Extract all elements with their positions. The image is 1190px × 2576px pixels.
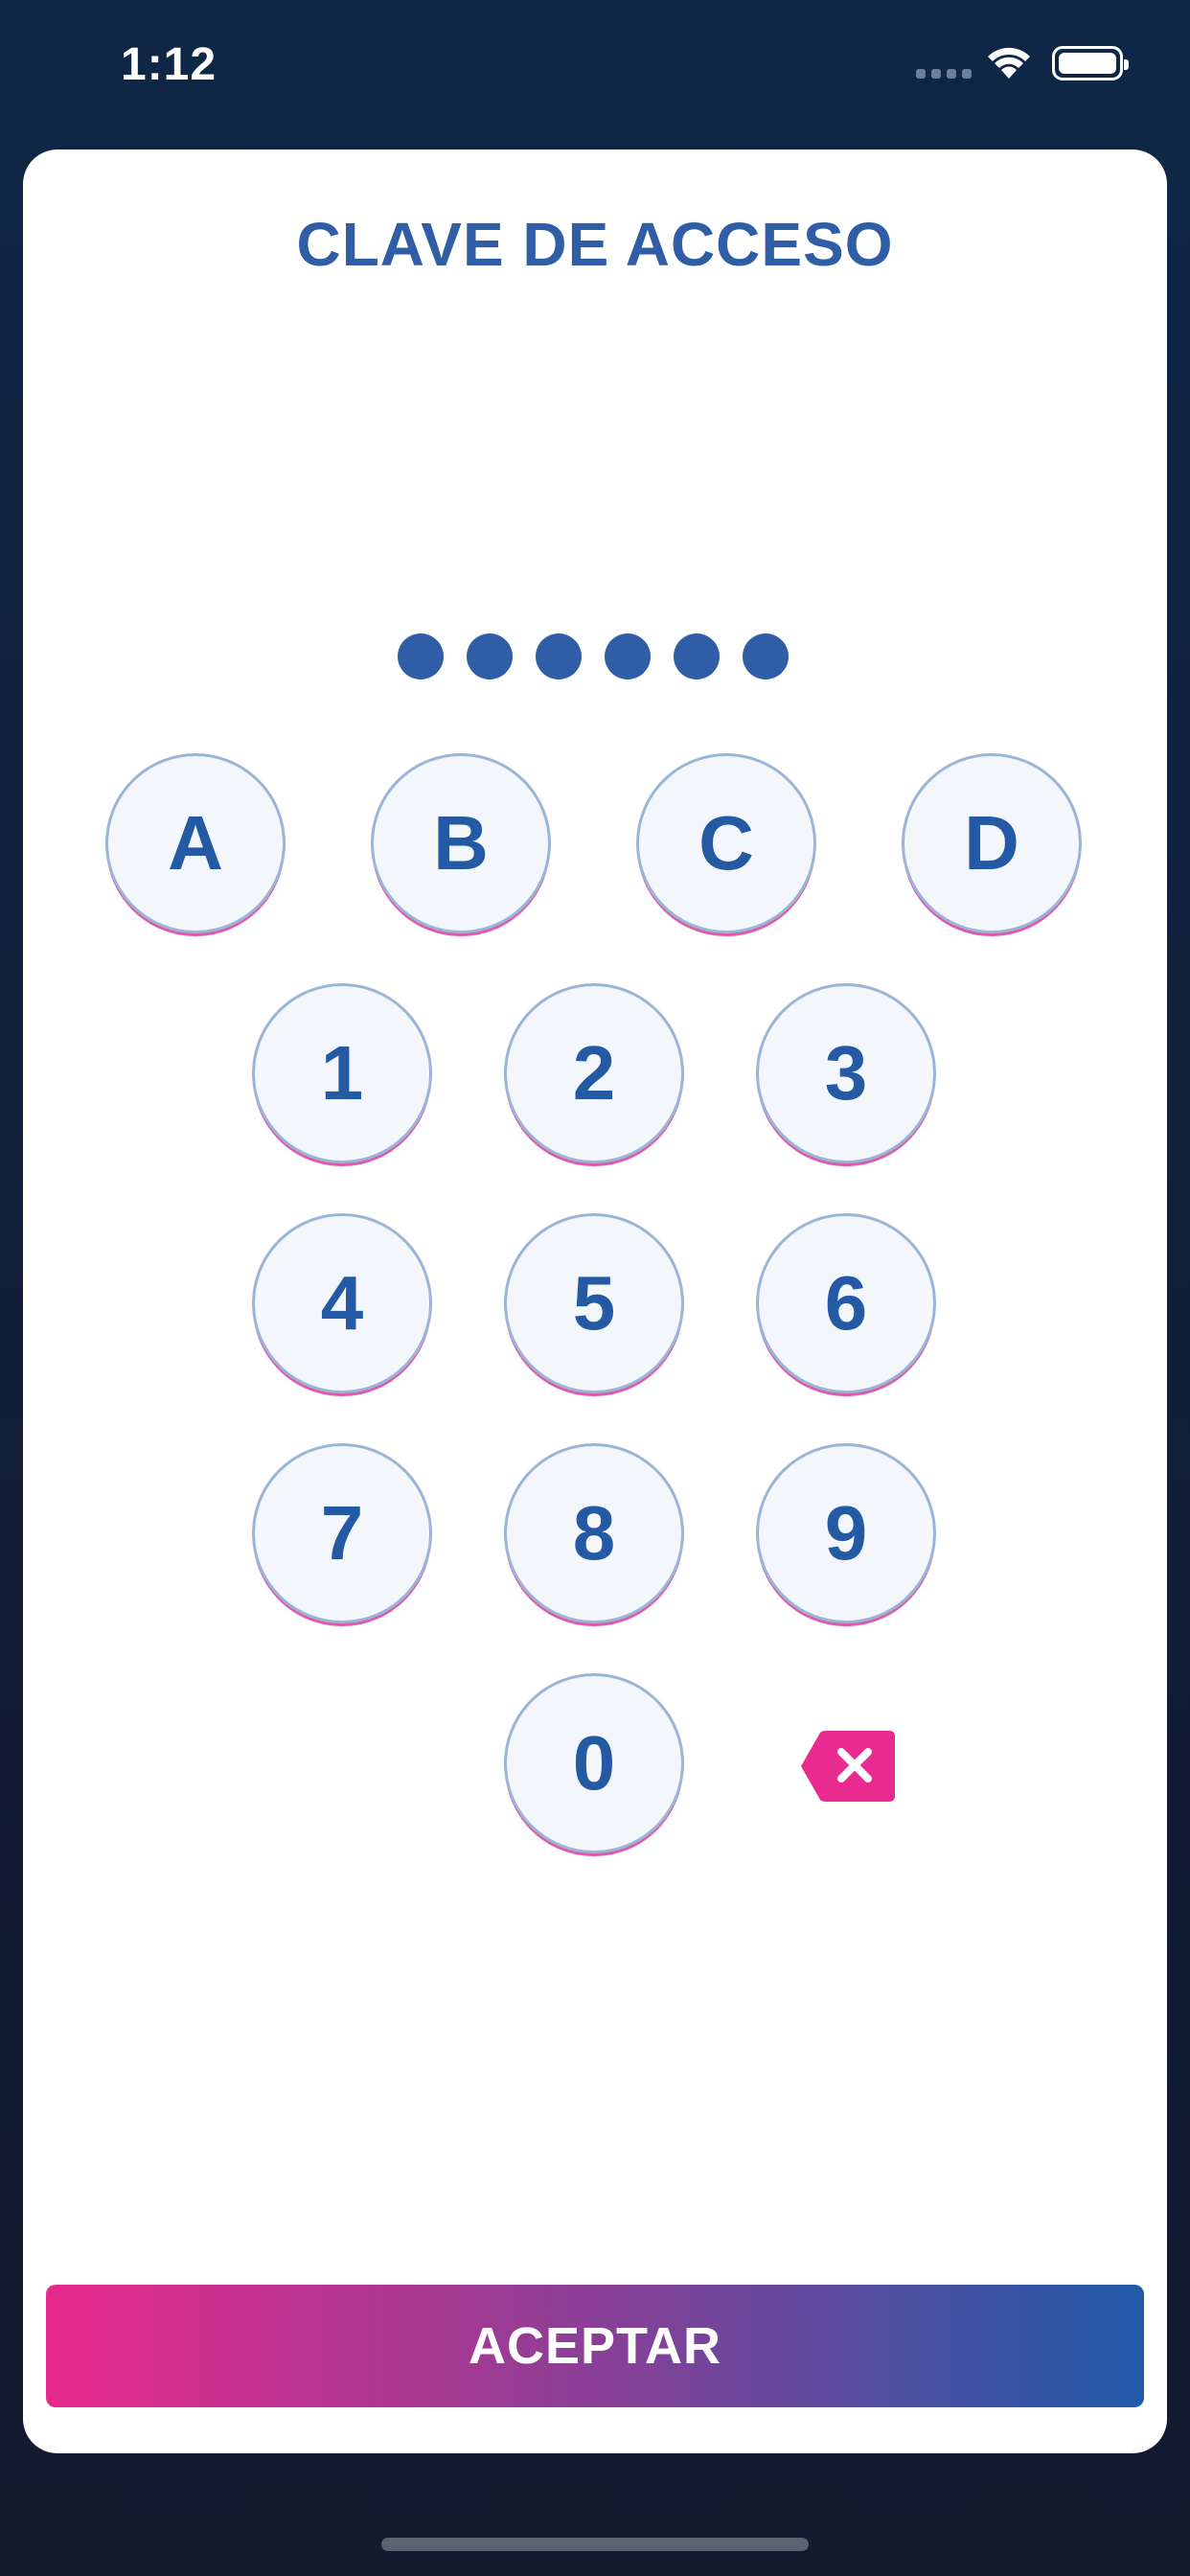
key-4[interactable]: 4 bbox=[252, 1213, 432, 1393]
pin-dot bbox=[398, 633, 444, 679]
key-a[interactable]: A bbox=[105, 753, 286, 933]
pin-dot bbox=[605, 633, 651, 679]
pin-dot bbox=[743, 633, 789, 679]
key-1[interactable]: 1 bbox=[252, 983, 432, 1163]
key-0[interactable]: 0 bbox=[504, 1673, 684, 1853]
key-8[interactable]: 8 bbox=[504, 1443, 684, 1623]
accept-button[interactable]: ACEPTAR bbox=[46, 2285, 1144, 2407]
page-title: CLAVE DE ACCESO bbox=[296, 210, 894, 279]
key-7[interactable]: 7 bbox=[252, 1443, 432, 1623]
pin-dot bbox=[674, 633, 720, 679]
cellular-signal-icon bbox=[916, 69, 972, 79]
pin-dot bbox=[467, 633, 513, 679]
backspace-icon[interactable] bbox=[801, 1731, 895, 1802]
passcode-card: CLAVE DE ACCESO A B C D 1 2 3 4 5 6 7 8 … bbox=[23, 150, 1167, 2453]
battery-icon bbox=[1052, 46, 1129, 80]
key-3[interactable]: 3 bbox=[756, 983, 936, 1163]
status-time: 1:12 bbox=[121, 39, 217, 90]
key-c[interactable]: C bbox=[636, 753, 816, 933]
key-6[interactable]: 6 bbox=[756, 1213, 936, 1393]
key-2[interactable]: 2 bbox=[504, 983, 684, 1163]
key-9[interactable]: 9 bbox=[756, 1443, 936, 1623]
key-b[interactable]: B bbox=[371, 753, 551, 933]
status-bar: 1:12 bbox=[0, 0, 1190, 144]
home-indicator[interactable] bbox=[381, 2538, 809, 2551]
key-5[interactable]: 5 bbox=[504, 1213, 684, 1393]
pin-dot bbox=[536, 633, 582, 679]
key-d[interactable]: D bbox=[902, 753, 1082, 933]
wifi-icon bbox=[988, 47, 1030, 79]
